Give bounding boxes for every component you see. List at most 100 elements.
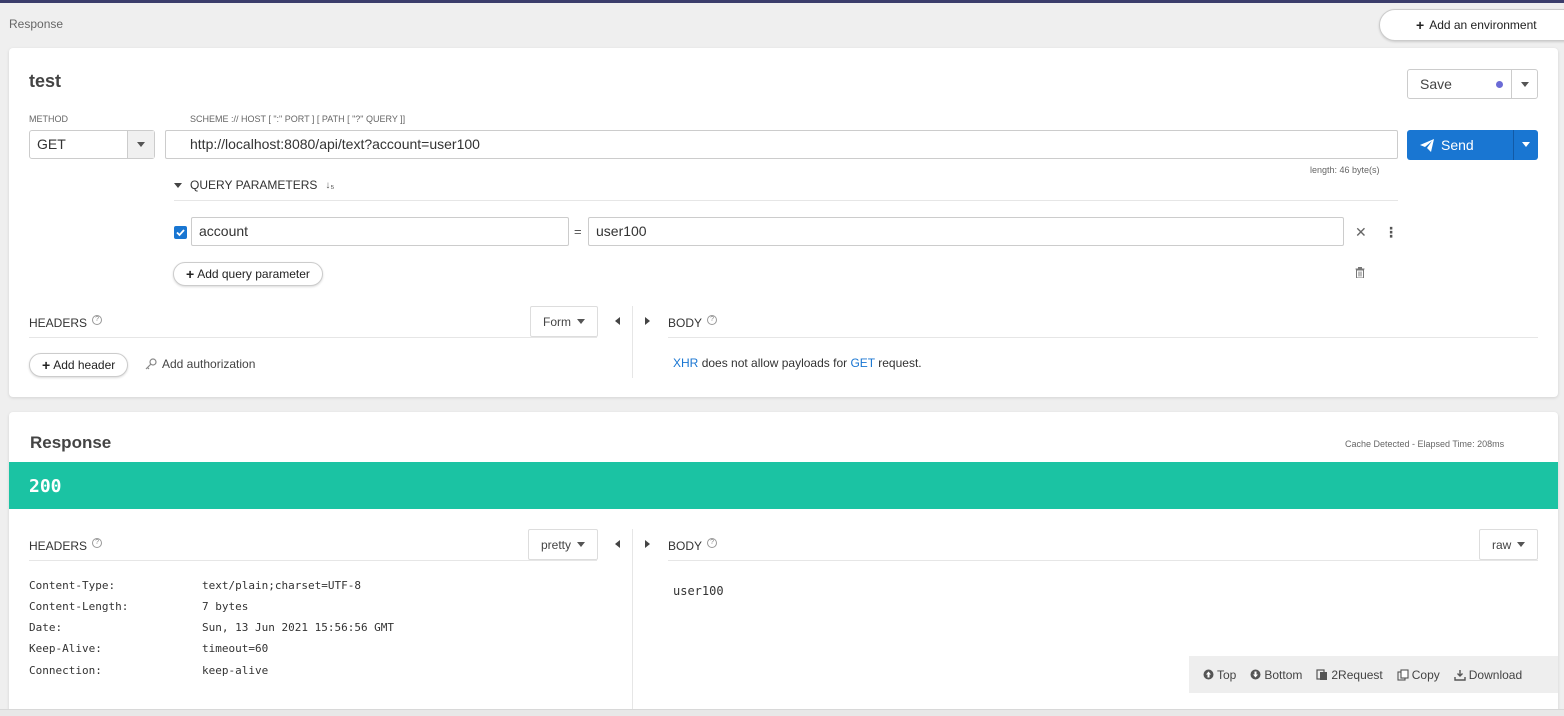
- param-name-input[interactable]: account: [191, 217, 569, 246]
- copy-label: Copy: [1411, 667, 1440, 682]
- paper-plane-icon: [1420, 138, 1434, 152]
- more-vertical-icon[interactable]: ⋮: [1384, 224, 1398, 241]
- note-end: request.: [878, 356, 922, 370]
- get-link[interactable]: GET: [850, 356, 874, 370]
- chevron-down-icon: [137, 142, 145, 147]
- response-body-content[interactable]: user100: [673, 584, 724, 598]
- header-value: text/plain;charset=UTF-8: [202, 579, 361, 592]
- divider: [29, 560, 597, 561]
- request-title[interactable]: test: [29, 71, 61, 92]
- plus-icon: +: [186, 266, 195, 282]
- request-headers-heading: HEADERS?: [29, 315, 103, 330]
- panel-splitter[interactable]: [632, 306, 633, 378]
- plus-icon: +: [42, 357, 51, 373]
- add-environment-button[interactable]: + Add an environment: [1379, 9, 1564, 41]
- headers-format-value: pretty: [541, 537, 572, 552]
- send-button[interactable]: Send: [1407, 130, 1513, 160]
- add-authorization-link[interactable]: Add authorization: [145, 357, 255, 371]
- url-length: length: 46 byte(s): [1310, 165, 1380, 175]
- key-icon: [145, 358, 157, 370]
- help-icon[interactable]: ?: [92, 315, 103, 325]
- divider: [29, 337, 597, 338]
- chevron-down-icon: [1521, 82, 1529, 87]
- panel-splitter[interactable]: [632, 529, 633, 716]
- to-request-label: 2Request: [1331, 667, 1383, 682]
- bottom-label: Bottom: [1264, 667, 1303, 682]
- request-panel: test Save METHOD SCHEME :// HOST [ ":" P…: [9, 48, 1558, 397]
- arrow-up-circle-icon: [1203, 669, 1214, 680]
- paste-icon: [1316, 668, 1328, 680]
- elapsed-time: Cache Detected - Elapsed Time: 208ms: [1345, 439, 1505, 449]
- send-label: Send: [1441, 137, 1474, 153]
- help-icon[interactable]: ?: [92, 538, 103, 548]
- response-header-row: Connection: keep-alive: [29, 664, 268, 677]
- save-split-button[interactable]: Save: [1407, 69, 1538, 99]
- collapse-left-icon[interactable]: [615, 317, 620, 325]
- save-button[interactable]: Save: [1408, 70, 1511, 98]
- scroll-top-button[interactable]: Top: [1203, 668, 1236, 682]
- status-code: 200: [29, 476, 62, 497]
- xhr-link[interactable]: XHR: [673, 356, 698, 370]
- body-unavailable-note: XHR does not allow payloads for GET requ…: [673, 356, 922, 370]
- send-dropdown-toggle[interactable]: [1513, 130, 1538, 160]
- body-format-select[interactable]: raw: [1479, 529, 1539, 560]
- save-dropdown-toggle[interactable]: [1511, 70, 1537, 98]
- response-header-row: Keep-Alive: timeout=60: [29, 642, 268, 655]
- method-select[interactable]: GET: [29, 130, 155, 159]
- breadcrumb: Response: [9, 17, 64, 31]
- headers-format-select[interactable]: pretty: [528, 529, 599, 560]
- response-header-row: Date: Sun, 13 Jun 2021 15:56:56 GMT: [29, 621, 394, 634]
- copy-icon: [1397, 668, 1409, 681]
- response-body-heading: BODY?: [668, 538, 718, 553]
- param-enabled-checkbox[interactable]: [174, 226, 187, 239]
- url-input[interactable]: http://localhost:8080/api/text?account=u…: [165, 130, 1398, 159]
- top-accent-line: [0, 0, 1564, 3]
- download-button[interactable]: Download: [1454, 668, 1522, 682]
- header-value: keep-alive: [202, 664, 269, 677]
- query-parameters-toggle[interactable]: QUERY PARAMETERS ↓₅: [174, 178, 334, 192]
- help-icon[interactable]: ?: [707, 315, 718, 325]
- chevron-down-icon: [577, 542, 586, 547]
- param-value-input[interactable]: user100: [588, 217, 1344, 246]
- headers-mode-select[interactable]: Form: [530, 306, 598, 337]
- response-header-row: Content-Length: 7 bytes: [29, 600, 248, 613]
- headers-mode-value: Form: [543, 314, 571, 329]
- sort-icon[interactable]: ↓₅: [325, 180, 334, 191]
- add-query-parameter-button[interactable]: + Add query parameter: [173, 262, 323, 286]
- divider: [668, 560, 1538, 561]
- help-icon[interactable]: ?: [707, 538, 718, 548]
- close-icon[interactable]: ✕: [1355, 224, 1367, 241]
- check-icon: [176, 229, 185, 237]
- add-header-button[interactable]: + Add header: [29, 353, 129, 377]
- header-key: Content-Length:: [29, 600, 129, 613]
- method-label: METHOD: [29, 114, 68, 124]
- response-body-label: BODY: [668, 539, 703, 553]
- method-dropdown-toggle[interactable]: [127, 131, 154, 158]
- status-bar: 200: [9, 462, 1558, 509]
- copy-button[interactable]: Copy: [1397, 668, 1440, 682]
- request-headers-label: HEADERS: [29, 316, 88, 330]
- collapse-left-icon[interactable]: [615, 540, 620, 548]
- chevron-down-icon: [1522, 142, 1530, 147]
- download-label: Download: [1468, 667, 1523, 682]
- arrow-down-circle-icon: [1250, 669, 1261, 680]
- header-value: timeout=60: [202, 642, 269, 655]
- add-authorization-label: Add authorization: [162, 357, 256, 371]
- equals-sign: =: [574, 224, 582, 239]
- header-key: Date:: [29, 621, 63, 634]
- to-request-button[interactable]: 2Request: [1316, 667, 1383, 682]
- header-key: Connection:: [29, 664, 102, 677]
- collapse-right-icon[interactable]: [645, 317, 650, 325]
- collapse-right-icon[interactable]: [645, 540, 650, 548]
- header-key: Content-Type:: [29, 579, 116, 592]
- header-key: Keep-Alive:: [29, 642, 102, 655]
- response-actions-bar: Top Bottom 2Request Copy Download: [1189, 656, 1558, 693]
- send-split-button[interactable]: Send: [1407, 130, 1538, 160]
- body-format-value: raw: [1492, 537, 1512, 552]
- scroll-bottom-button[interactable]: Bottom: [1250, 668, 1302, 682]
- header-value: Sun, 13 Jun 2021 15:56:56 GMT: [202, 621, 395, 634]
- horizontal-scrollbar[interactable]: [0, 709, 1564, 716]
- request-body-label: BODY: [668, 316, 703, 330]
- trash-icon[interactable]: [1355, 267, 1365, 278]
- top-label: Top: [1217, 667, 1237, 682]
